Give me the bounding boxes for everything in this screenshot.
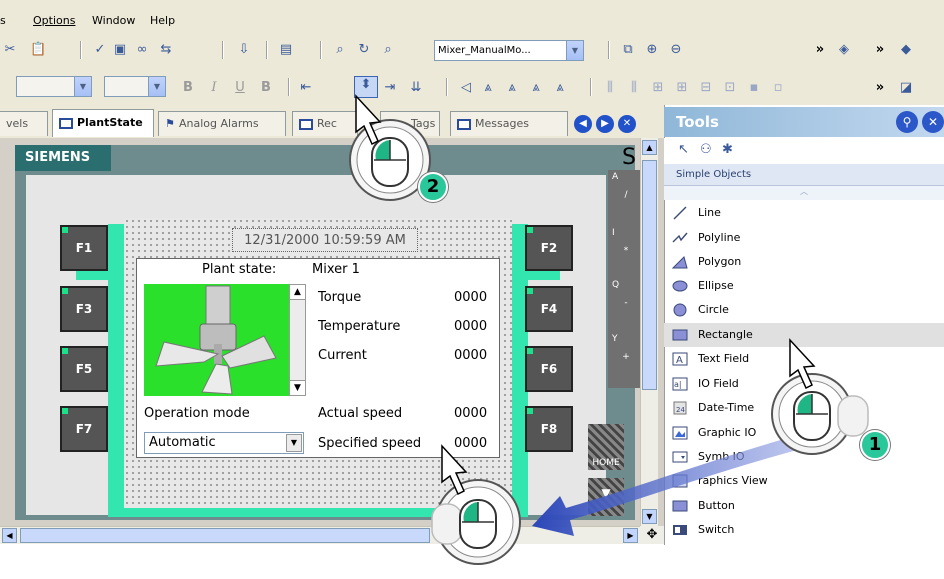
- mouse-cursor-icon: [431, 444, 521, 565]
- mouse-cursor-icon: [771, 338, 869, 455]
- drag-annotation: [349, 94, 869, 565]
- step-one-badge: 1: [860, 430, 890, 460]
- drag-arrow-icon: [532, 432, 812, 536]
- step-two-badge: 2: [418, 172, 448, 202]
